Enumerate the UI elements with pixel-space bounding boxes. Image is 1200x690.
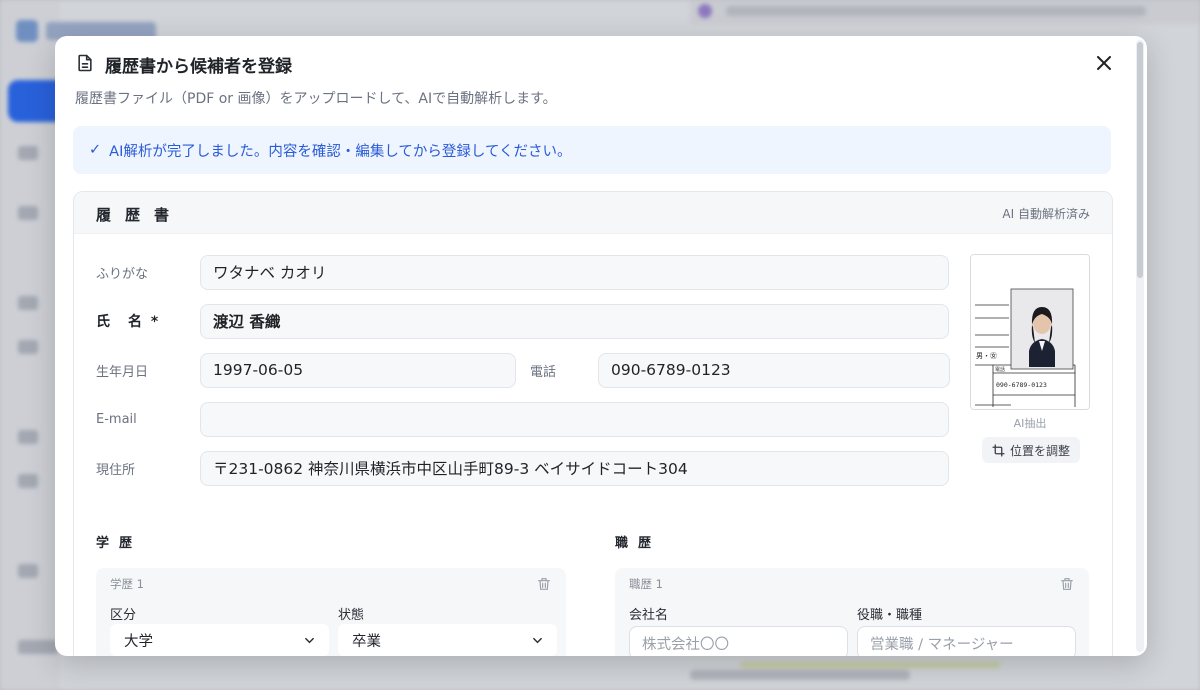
birthdate-input[interactable]: 1997-06-05 bbox=[200, 352, 516, 388]
close-button[interactable] bbox=[1093, 52, 1115, 74]
status-select[interactable]: 卒業 bbox=[338, 624, 557, 656]
role-input[interactable]: 営業職 / マネージャー bbox=[857, 626, 1076, 656]
category-label: 区分 bbox=[110, 608, 137, 623]
alert-text: AI解析が完了しました。内容を確認・編集してから登録してください。 bbox=[109, 143, 572, 160]
svg-text:男・㊛: 男・㊛ bbox=[976, 352, 997, 360]
check-icon: ✓ bbox=[89, 142, 102, 158]
education-section-title: 学歴 bbox=[96, 536, 143, 551]
company-input[interactable]: 株式会社〇〇 bbox=[629, 626, 848, 656]
career-section-title: 職歴 bbox=[615, 536, 662, 551]
crop-icon bbox=[992, 443, 1005, 457]
delete-career-trash-icon[interactable] bbox=[1059, 576, 1075, 592]
svg-text:電話: 電話 bbox=[995, 366, 1005, 373]
scrollbar-thumb[interactable] bbox=[1137, 42, 1143, 278]
modal-title: 履歴書から候補者を登録 bbox=[105, 57, 292, 77]
modal-subtitle: 履歴書ファイル（PDF or 画像）をアップロードして、AIで自動解析します。 bbox=[75, 91, 557, 107]
career-entry: 職歴 1 会社名 株式会社〇〇 役職・職種 営業職 / マネージャー bbox=[615, 568, 1089, 656]
adjust-position-label: 位置を調整 bbox=[1009, 443, 1070, 458]
email-input[interactable] bbox=[200, 401, 949, 437]
name-label: 氏 名 * bbox=[96, 314, 161, 330]
photo-caption: AI抽出 bbox=[1013, 417, 1047, 430]
furigana-input[interactable]: ワタナベ カオリ bbox=[200, 254, 949, 290]
education-entry: 学歴 1 区分 大学 状態 卒業 bbox=[96, 568, 566, 656]
resume-scan-image: 男・㊛ 電話 090-6789-0123 bbox=[971, 255, 1089, 409]
status-value: 卒業 bbox=[352, 633, 381, 650]
resume-photo-thumbnail: 男・㊛ 電話 090-6789-0123 bbox=[970, 254, 1090, 410]
role-label: 役職・職種 bbox=[857, 608, 923, 623]
furigana-row: ふりがな ワタナベ カオリ bbox=[96, 254, 949, 290]
phone-input[interactable]: 090-6789-0123 bbox=[598, 352, 950, 388]
phone-label: 電話 bbox=[530, 364, 557, 380]
education-entry-title: 学歴 1 bbox=[110, 577, 144, 591]
status-label: 状態 bbox=[338, 608, 365, 623]
furigana-label: ふりがな bbox=[96, 266, 149, 282]
address-row: 現住所 〒231-0862 神奈川県横浜市中区山手町89-3 ベイサイドコート3… bbox=[96, 450, 949, 486]
close-icon bbox=[1097, 56, 1111, 70]
address-input[interactable]: 〒231-0862 神奈川県横浜市中区山手町89-3 ベイサイドコート304 bbox=[200, 450, 949, 486]
chevron-down-icon bbox=[305, 637, 314, 643]
category-value: 大学 bbox=[124, 633, 153, 650]
modal-scrollbar[interactable] bbox=[1136, 40, 1144, 652]
category-select[interactable]: 大学 bbox=[110, 624, 329, 656]
chevron-down-icon bbox=[533, 637, 542, 643]
resume-card-header: 履歴書 AI 自動解析済み bbox=[74, 192, 1112, 234]
career-entry-title: 職歴 1 bbox=[629, 577, 663, 591]
address-label: 現住所 bbox=[96, 462, 136, 478]
register-candidate-modal: 履歴書から候補者を登録 履歴書ファイル（PDF or 画像）をアップロードして、… bbox=[55, 36, 1147, 656]
birthdate-phone-row: 生年月日 1997-06-05 電話 090-6789-0123 bbox=[96, 352, 950, 388]
ai-parsed-badge: AI 自動解析済み bbox=[1002, 207, 1090, 221]
adjust-position-button[interactable]: 位置を調整 bbox=[982, 437, 1080, 463]
name-input[interactable]: 渡辺 香織 bbox=[200, 303, 949, 339]
email-label: E-mail bbox=[96, 411, 137, 427]
company-label: 会社名 bbox=[629, 608, 669, 623]
birthdate-label: 生年月日 bbox=[96, 364, 149, 380]
email-row: E-mail bbox=[96, 401, 949, 437]
delete-education-trash-icon[interactable] bbox=[536, 576, 552, 592]
name-row: 氏 名 * 渡辺 香織 bbox=[96, 303, 949, 339]
resume-card-title: 履歴書 bbox=[96, 206, 184, 224]
document-icon bbox=[75, 53, 95, 77]
svg-text:090-6789-0123: 090-6789-0123 bbox=[996, 381, 1047, 389]
analysis-complete-alert: ✓ AI解析が完了しました。内容を確認・編集してから登録してください。 bbox=[73, 126, 1111, 174]
resume-card: 履歴書 AI 自動解析済み ふりがな ワタナベ カオリ 氏 名 * 渡辺 香織 … bbox=[73, 191, 1113, 656]
modal-header: 履歴書から候補者を登録 bbox=[75, 52, 292, 77]
